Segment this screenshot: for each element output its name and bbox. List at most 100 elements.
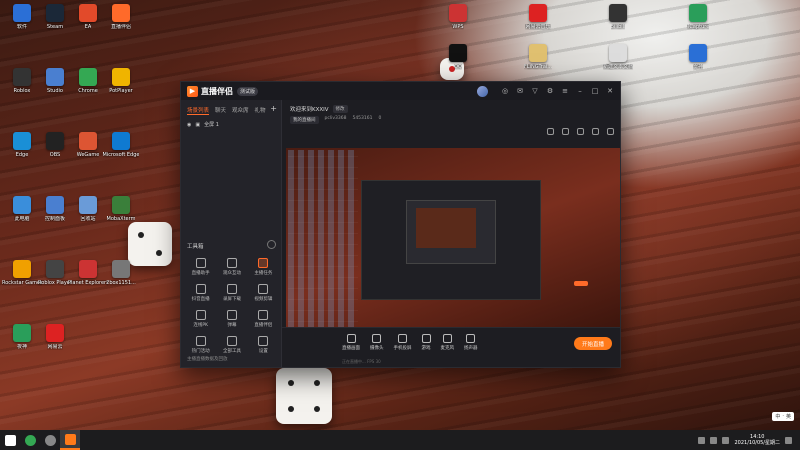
tool-label: 观众互动 bbox=[222, 271, 241, 276]
desktop-icon[interactable]: Rockstar Games bbox=[2, 260, 42, 286]
maximize-icon[interactable]: □ bbox=[591, 87, 599, 95]
mail-icon[interactable]: ✉ bbox=[516, 87, 524, 95]
app-icon bbox=[112, 260, 130, 278]
tool-item[interactable]: 弹幕 bbox=[216, 310, 247, 328]
tool-item[interactable]: 视频剪辑 bbox=[248, 284, 279, 302]
desktop-icon[interactable]: Steam bbox=[37, 4, 73, 30]
scene-item[interactable]: ◉ ▣ 全屏 1 bbox=[181, 118, 281, 131]
tool-item[interactable]: 连线PK bbox=[185, 310, 216, 328]
close-icon[interactable]: ✕ bbox=[606, 87, 614, 95]
desktop-icon[interactable]: EA bbox=[70, 4, 106, 30]
desktop-icon[interactable]: 雷神 bbox=[680, 44, 716, 70]
desktop-icon[interactable]: 此电脑 bbox=[4, 196, 40, 222]
ime-mode[interactable]: 中 bbox=[775, 413, 780, 420]
network-icon[interactable] bbox=[710, 436, 718, 444]
desktop-icon[interactable]: Edge bbox=[4, 132, 40, 158]
message-icon[interactable]: ◎ bbox=[501, 87, 509, 95]
tool-item[interactable]: 设置 bbox=[248, 336, 279, 354]
tab-scenes[interactable]: 场景列表 bbox=[187, 106, 210, 115]
clock[interactable]: 14:10 2021/10/05/星期二 bbox=[734, 434, 780, 446]
user-avatar[interactable] bbox=[477, 85, 488, 97]
taskbar-chrome[interactable] bbox=[20, 430, 40, 450]
desktop-icon[interactable]: QQ bbox=[440, 44, 476, 70]
eye-icon[interactable]: ◉ bbox=[187, 122, 191, 128]
logo-icon: ▶ bbox=[187, 85, 198, 97]
gift-icon[interactable]: ▽ bbox=[531, 87, 539, 95]
app-icon bbox=[689, 4, 707, 22]
desktop-icon[interactable]: 网易云音乐 bbox=[520, 4, 556, 30]
tray-icon[interactable] bbox=[698, 436, 706, 444]
desktop-icon[interactable]: 控制面板 bbox=[37, 196, 73, 222]
sidebar-footer[interactable]: 主播直播数据及回放 bbox=[187, 356, 228, 362]
tool-item[interactable]: 抖音直播 bbox=[185, 284, 216, 302]
desktop-icon[interactable]: 夜神 bbox=[4, 324, 40, 350]
lock-icon[interactable]: ▣ bbox=[195, 122, 200, 128]
start-live-button[interactable]: 开始直播 bbox=[574, 337, 612, 350]
source-label: 麦克风 bbox=[440, 346, 455, 351]
desktop-icon[interactable]: Chrome bbox=[70, 68, 106, 94]
lock-icon[interactable] bbox=[577, 128, 584, 135]
source-control[interactable]: 直播画面 bbox=[342, 334, 360, 351]
desktop-icon[interactable]: 回收站 bbox=[70, 196, 106, 222]
tool-item[interactable]: 观众互动 bbox=[216, 258, 247, 276]
tool-item[interactable]: 全部工具 bbox=[216, 336, 247, 354]
shirt-icon[interactable] bbox=[562, 128, 569, 135]
desktop-icon[interactable]: Microsoft Edge bbox=[103, 132, 139, 158]
tool-item[interactable]: 直播助手 bbox=[185, 258, 216, 276]
desktop-icon[interactable]: 2box1151... bbox=[103, 260, 139, 286]
tool-item[interactable]: 热门活动 bbox=[185, 336, 216, 354]
desktop-icon[interactable]: WPS bbox=[440, 4, 476, 30]
desktop-icon[interactable]: Studio bbox=[37, 68, 73, 94]
desktop-icon[interactable]: WeGame bbox=[70, 132, 106, 158]
tool-item[interactable]: 直播伴侣 bbox=[248, 310, 279, 328]
add-scene-icon[interactable]: + bbox=[270, 104, 277, 113]
tab-chat[interactable]: 聊天 bbox=[215, 106, 226, 115]
ime-bar[interactable]: 中 · 英 bbox=[772, 412, 794, 421]
tool-item[interactable]: 主播任务 bbox=[248, 258, 279, 276]
bell-icon[interactable] bbox=[592, 128, 599, 135]
desktop-icon[interactable]: 软件 bbox=[4, 4, 40, 30]
tab-gifts[interactable]: 礼物 bbox=[255, 106, 266, 115]
edit-button[interactable]: 修改 bbox=[332, 105, 348, 113]
volume-icon[interactable] bbox=[722, 436, 730, 444]
desktop-icon[interactable]: Bilibili bbox=[600, 4, 636, 30]
desktop-icon[interactable]: 新建文本文档 bbox=[600, 44, 636, 70]
ime-lang[interactable]: 英 bbox=[786, 413, 791, 420]
source-control[interactable]: 手机投屏 bbox=[394, 334, 412, 351]
desktop-icon[interactable]: PotPlayer bbox=[103, 68, 139, 94]
tools-toggle-icon[interactable] bbox=[267, 240, 276, 249]
source-control[interactable]: 游戏 bbox=[421, 334, 431, 351]
sidebar: 场景列表 聊天 观众席 礼物 + ◉ ▣ 全屏 1 工具箱 直播助手 观众互动 主播… bbox=[181, 100, 282, 367]
source-control[interactable]: 麦克风 bbox=[440, 334, 455, 351]
share-icon[interactable] bbox=[607, 128, 614, 135]
notification-icon[interactable] bbox=[785, 436, 792, 444]
desktop-icon[interactable]: MobaXterm bbox=[103, 196, 139, 222]
status-line: 正在直播中... FPS 30 bbox=[342, 359, 381, 364]
desktop-icon[interactable]: 网易云 bbox=[37, 324, 73, 350]
source-control[interactable]: 扬声器 bbox=[464, 334, 478, 351]
desktop-icon[interactable]: Planet Explorers bbox=[68, 260, 108, 286]
taskbar-live-app[interactable] bbox=[60, 430, 80, 450]
source-control[interactable]: 摄像头 bbox=[370, 334, 384, 351]
desktop-icon-label: Steam bbox=[46, 24, 64, 30]
start-button[interactable] bbox=[0, 430, 20, 450]
tool-icon bbox=[195, 284, 206, 294]
app-icon bbox=[46, 4, 64, 22]
tool-item[interactable]: 录屏下载 bbox=[216, 284, 247, 302]
tool-label: 连线PK bbox=[193, 323, 208, 328]
desktop-icon[interactable]: Roblox bbox=[4, 68, 40, 94]
title-bar[interactable]: ▶ 直播伴侣 测试版 ◎ ✉ ▽ ⚙ ≡ – □ ✕ bbox=[181, 82, 620, 100]
lock-icon[interactable] bbox=[547, 128, 554, 135]
taskbar-settings[interactable] bbox=[40, 430, 60, 450]
menu-icon[interactable]: ≡ bbox=[561, 87, 569, 95]
stream-preview[interactable] bbox=[286, 148, 620, 334]
room-category[interactable]: 我的直播间 bbox=[290, 116, 319, 124]
room-id: 5453161 bbox=[352, 116, 373, 121]
settings-icon[interactable]: ⚙ bbox=[546, 87, 554, 95]
tab-audience[interactable]: 观众席 bbox=[232, 106, 249, 115]
desktop-icon[interactable]: TCapture bbox=[680, 4, 716, 30]
desktop-icon[interactable]: OBS bbox=[37, 132, 73, 158]
desktop-icon[interactable]: FLiNGTrai... bbox=[520, 44, 556, 70]
desktop-icon[interactable]: 直播伴侣 bbox=[103, 4, 139, 30]
minimize-icon[interactable]: – bbox=[576, 87, 584, 95]
